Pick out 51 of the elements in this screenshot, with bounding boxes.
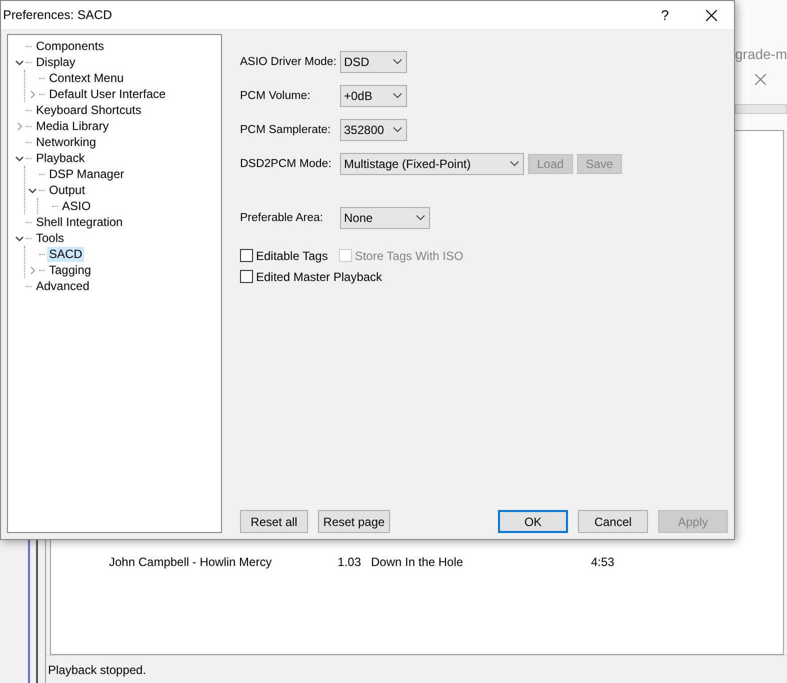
dialog-button[interactable]: Cancel xyxy=(578,510,648,533)
dialog-button[interactable]: Reset all xyxy=(240,510,308,533)
chevron-down-icon[interactable] xyxy=(14,58,24,66)
chevron-down-icon[interactable] xyxy=(14,154,24,162)
table-cell-text: John Campbell - Howlin Mercy xyxy=(109,554,273,568)
dropdown[interactable]: +0dB xyxy=(340,85,407,107)
tree-item[interactable]: Media Library xyxy=(34,118,111,134)
tree-item[interactable]: Networking xyxy=(34,134,98,150)
window-title: Preferences: SACD xyxy=(3,8,114,22)
tree-item[interactable]: Display xyxy=(34,54,78,70)
dialog-button[interactable]: Reset page xyxy=(318,510,390,533)
close-icon[interactable] xyxy=(755,74,766,85)
dropdown[interactable]: 352800 xyxy=(340,119,407,141)
table-cell-text: 1.03 xyxy=(336,554,361,568)
chevron-down-icon[interactable] xyxy=(14,234,24,242)
tree-item[interactable]: Tools xyxy=(34,230,66,246)
checkbox[interactable]: Editable Tags xyxy=(240,248,328,262)
dropdown[interactable]: DSD xyxy=(340,51,407,73)
help-button[interactable]: ? xyxy=(642,1,688,29)
field-label: PCM Samplerate: xyxy=(240,124,332,136)
tree-item[interactable]: Tagging xyxy=(47,262,94,278)
tree-item[interactable]: Components xyxy=(34,38,106,54)
dropdown[interactable]: Multistage (Fixed-Point) xyxy=(340,153,524,175)
field-label: Preferable Area: xyxy=(240,212,324,224)
dropdown[interactable]: None xyxy=(340,207,430,229)
table-cell-text: Down In the Hole xyxy=(371,554,464,568)
tree-item[interactable]: ASIO xyxy=(60,198,93,214)
field-label: DSD2PCM Mode: xyxy=(240,158,332,170)
caret-icon xyxy=(393,93,402,99)
field-label: ASIO Driver Mode: xyxy=(240,56,338,68)
tree-item[interactable]: Output xyxy=(47,182,88,198)
tree-item[interactable]: Shell Integration xyxy=(34,214,125,230)
close-icon xyxy=(706,10,716,20)
status-text: Playback stopped. xyxy=(48,662,146,676)
tree-item[interactable]: Advanced xyxy=(34,278,92,294)
tree-item[interactable]: SACD xyxy=(47,246,84,262)
tree-item[interactable]: Playback xyxy=(34,150,87,166)
field-label: PCM Volume: xyxy=(240,90,312,102)
caret-icon xyxy=(416,215,425,221)
dialog-button[interactable]: OK xyxy=(498,510,568,533)
table-cell-text: 4:53 xyxy=(591,554,616,568)
header-text: grade-m xyxy=(735,46,787,62)
tree-item[interactable]: Context Menu xyxy=(47,70,126,86)
chevron-down-icon[interactable] xyxy=(28,186,36,194)
tree-item[interactable]: DSP Manager xyxy=(47,166,126,182)
checkbox[interactable]: Edited Master Playback xyxy=(240,270,382,284)
caret-icon xyxy=(510,161,519,167)
tree-item[interactable]: Keyboard Shortcuts xyxy=(34,102,144,118)
tree-item[interactable]: Default User Interface xyxy=(47,86,168,102)
caret-icon xyxy=(393,127,402,133)
caret-icon xyxy=(393,59,402,65)
